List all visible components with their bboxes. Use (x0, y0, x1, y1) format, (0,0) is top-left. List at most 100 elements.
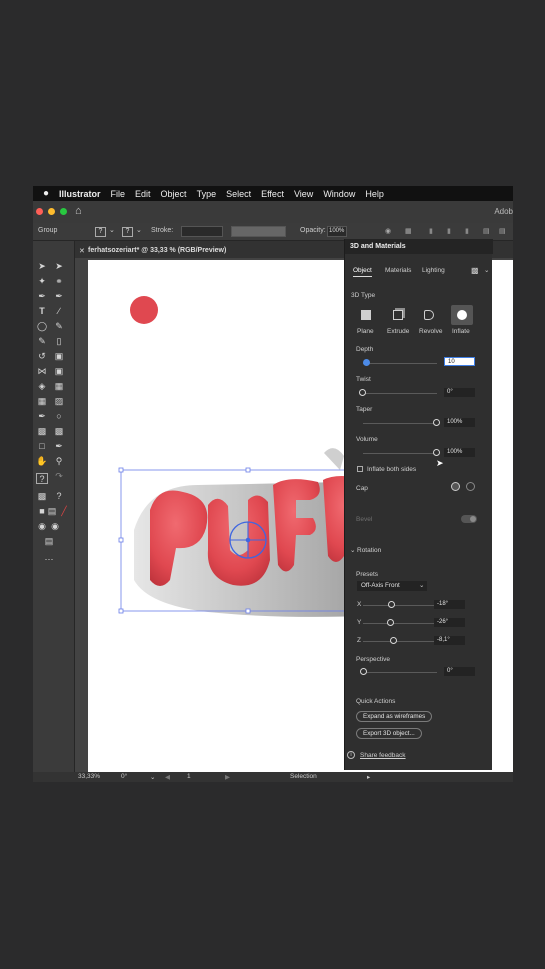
eraser-tool-icon[interactable]: ▯ (53, 336, 65, 347)
shape-builder-tool-icon[interactable]: ◈ (36, 381, 48, 392)
document-tab[interactable]: ✕ ferhatsozeriart* @ 33,33 % (RGB/Previe… (75, 244, 345, 258)
draw-behind-icon[interactable]: ◉ (49, 521, 61, 532)
chevron-down-icon[interactable]: ⌄ (350, 546, 355, 554)
depth-slider-thumb[interactable] (363, 359, 370, 366)
direct-selection-tool-icon[interactable]: ➤ (53, 261, 65, 272)
zoom-window-button[interactable] (60, 208, 67, 215)
symbol-sprayer-tool-icon[interactable]: ▩ (36, 426, 48, 437)
magic-wand-tool-icon[interactable]: ✦ (36, 276, 48, 287)
volume-slider-thumb[interactable] (433, 449, 440, 456)
width-tool-icon[interactable]: ⋈ (36, 366, 48, 377)
close-tab-icon[interactable]: ✕ (79, 247, 85, 255)
perspective-slider-thumb[interactable] (360, 668, 367, 675)
next-artboard-icon[interactable]: ▶ (225, 773, 230, 781)
eyedropper-tool-icon[interactable]: ✒ (36, 411, 48, 422)
recolor-icon[interactable]: ◉ (385, 227, 391, 235)
zoom-tool-icon[interactable]: ⚲ (53, 456, 65, 467)
perspective-slider-track[interactable] (363, 672, 437, 673)
menu-window[interactable]: Window (323, 189, 355, 199)
handle-bottom-left[interactable] (118, 608, 124, 614)
ellipse-tool-icon[interactable]: ◯ (36, 321, 48, 332)
stroke-swatch[interactable]: ? (122, 227, 133, 237)
type-revolve-button[interactable] (418, 305, 440, 325)
align-right-icon[interactable]: ▮ (465, 227, 469, 235)
rotate-tool-icon[interactable]: ↺ (36, 351, 48, 362)
more-align-icon[interactable]: ▤ (499, 227, 506, 235)
handle-top-center[interactable] (245, 467, 251, 473)
scale-tool-icon[interactable]: ▣ (53, 351, 65, 362)
rotation-section-label[interactable]: Rotation (357, 547, 381, 554)
y-axis-value-field[interactable]: -26° (434, 618, 465, 627)
opacity-field[interactable]: 100% (327, 226, 347, 237)
menu-edit[interactable]: Edit (135, 189, 151, 199)
handle-bottom-center[interactable] (245, 608, 251, 614)
share-feedback-link[interactable]: Share feedback (360, 752, 406, 759)
type-plane-button[interactable] (355, 305, 377, 325)
swap-fill-stroke-icon[interactable]: ↷ (53, 471, 65, 482)
home-icon[interactable]: ⌂ (75, 205, 82, 217)
handle-top-left[interactable] (118, 467, 124, 473)
menu-help[interactable]: Help (365, 189, 384, 199)
distribute-icon[interactable]: ▤ (483, 227, 490, 235)
twist-value-field[interactable]: 0° (444, 388, 475, 397)
twist-slider-thumb[interactable] (359, 389, 366, 396)
expand-wireframes-button[interactable]: Expand as wireframes (356, 711, 433, 722)
y-axis-slider-thumb[interactable] (387, 619, 394, 626)
blend-tool-icon[interactable]: ○ (53, 411, 65, 422)
minimize-window-button[interactable] (48, 208, 55, 215)
y-axis-slider-track[interactable] (363, 623, 437, 624)
depth-slider-track[interactable] (363, 363, 437, 364)
type-inflate-button[interactable] (451, 305, 473, 325)
default-colors-icon[interactable]: ▩ (36, 491, 48, 502)
draw-mode-icon[interactable]: ◉ (36, 521, 48, 532)
x-axis-slider-track[interactable] (363, 605, 437, 606)
rotation-field[interactable]: 0° (121, 773, 127, 780)
free-transform-tool-icon[interactable]: ▣ (53, 366, 65, 377)
chevron-down-icon[interactable]: ⌄ (150, 773, 155, 781)
z-axis-slider-track[interactable] (363, 641, 437, 642)
selection-tool-icon[interactable]: ➤ (36, 261, 48, 272)
variable-width-profile[interactable] (231, 226, 286, 237)
z-axis-slider-thumb[interactable] (390, 637, 397, 644)
volume-value-field[interactable]: 100% (444, 448, 475, 457)
apple-icon[interactable]: ● (33, 188, 59, 199)
align-center-icon[interactable]: ▮ (447, 227, 451, 235)
artboard-number-field[interactable]: 1 (187, 773, 191, 780)
menu-select[interactable]: Select (226, 189, 251, 199)
perspective-value-field[interactable]: 0° (444, 667, 475, 676)
fill-color-icon[interactable]: ? (36, 473, 48, 484)
red-circle-swatch[interactable] (130, 296, 158, 324)
z-axis-value-field[interactable]: -8,1° (434, 636, 465, 645)
edit-toolbar-icon[interactable]: ⋯ (43, 554, 55, 565)
type-tool-icon[interactable]: T (36, 306, 48, 317)
depth-value-field[interactable]: 10 (444, 357, 475, 366)
first-artboard-icon[interactable]: ◀ (165, 773, 170, 781)
gradient-mode-icon[interactable]: ▤ (46, 506, 58, 517)
taper-slider-track[interactable] (363, 423, 437, 424)
rotation-widget[interactable] (229, 521, 267, 559)
menu-view[interactable]: View (294, 189, 313, 199)
inflate-both-sides-checkbox[interactable] (357, 466, 363, 472)
mesh-tool-icon[interactable]: ▦ (36, 396, 48, 407)
tab-object[interactable]: Object (353, 267, 372, 277)
stroke-weight-field[interactable] (181, 226, 223, 237)
cap-off-icon[interactable] (466, 482, 475, 491)
tab-lighting[interactable]: Lighting (422, 267, 445, 274)
align-left-icon[interactable]: ▮ (429, 227, 433, 235)
bevel-toggle[interactable] (461, 515, 477, 523)
gradient-tool-icon[interactable]: ▨ (53, 396, 65, 407)
lasso-tool-icon[interactable]: ⚭ (53, 276, 65, 287)
export-3d-object-button[interactable]: Export 3D object... (356, 728, 422, 739)
fill-swatch[interactable]: ? (95, 227, 106, 237)
menu-object[interactable]: Object (161, 189, 187, 199)
render-settings-icon[interactable]: ▩ (471, 266, 479, 275)
paintbrush-tool-icon[interactable]: ✎ (53, 321, 65, 332)
presets-dropdown[interactable]: Off-Axis Front (357, 581, 427, 591)
artboard-tool-icon[interactable]: □ (36, 441, 48, 452)
x-axis-slider-thumb[interactable] (388, 601, 395, 608)
twist-slider-track[interactable] (363, 393, 437, 394)
app-menu[interactable]: Illustrator (59, 189, 101, 199)
perspective-grid-tool-icon[interactable]: ▦ (53, 381, 65, 392)
taper-slider-thumb[interactable] (433, 419, 440, 426)
none-mode-icon[interactable]: ╱ (58, 506, 70, 517)
